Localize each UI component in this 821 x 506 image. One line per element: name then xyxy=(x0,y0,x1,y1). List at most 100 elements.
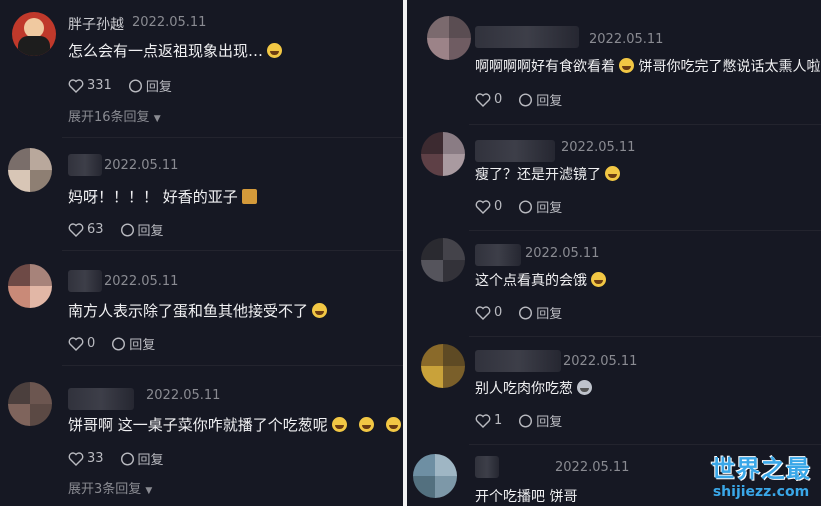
comment-bubble-icon xyxy=(120,451,134,466)
commenter-name-blurred xyxy=(68,154,102,176)
divider xyxy=(469,230,821,231)
drooling-emoji xyxy=(619,58,634,73)
commenter-name-blurred xyxy=(475,350,561,372)
heart-icon xyxy=(475,305,491,320)
reply-label: 回复 xyxy=(145,80,172,95)
comment-bubble-icon xyxy=(112,336,126,351)
comment-date: 2022.05.11 xyxy=(104,158,179,173)
comment-date: 2022.05.11 xyxy=(561,140,636,155)
avatar[interactable] xyxy=(421,132,465,176)
commenter-name[interactable]: 胖子孙越 xyxy=(68,14,124,34)
like-button[interactable]: 33 xyxy=(68,451,104,466)
divider xyxy=(62,137,403,138)
comment-actions: 331 回复 xyxy=(68,76,188,95)
cat-emoji xyxy=(577,380,592,395)
drooling-emoji xyxy=(591,272,606,287)
like-button[interactable]: 1 xyxy=(475,413,502,428)
comment-text: 开个吃播吧 饼哥 xyxy=(475,489,578,505)
comment-date: 2022.05.11 xyxy=(104,274,179,289)
like-button[interactable]: 0 xyxy=(475,305,502,320)
commenter-name-blurred xyxy=(475,244,521,266)
laughing-emoji xyxy=(331,417,347,432)
comment-date: 2022.05.11 xyxy=(589,32,664,47)
commenter-name-blurred xyxy=(68,270,102,292)
like-count: 63 xyxy=(87,222,104,237)
heart-icon xyxy=(475,413,491,428)
reply-label: 回复 xyxy=(536,415,563,430)
reply-label: 回复 xyxy=(137,224,164,239)
comment-actions: 0 回复 xyxy=(475,90,578,109)
comment-bubble-icon xyxy=(519,92,533,107)
avatar[interactable] xyxy=(413,454,457,498)
expand-replies-link[interactable]: 展开16条回复 ▼ xyxy=(68,106,161,125)
divider xyxy=(62,250,403,251)
comment-text: 别人吃肉你吃葱 xyxy=(475,378,592,398)
comment-actions: 63 回复 xyxy=(68,220,180,239)
comment-text: 妈呀！！！！ 好香的亚子 xyxy=(68,186,257,207)
reply-button[interactable]: 回复 xyxy=(518,303,562,322)
reply-label: 回复 xyxy=(536,201,563,216)
avatar[interactable] xyxy=(12,12,56,56)
comment-text: 南方人表示除了蛋和鱼其他接受不了 xyxy=(68,300,328,321)
like-button[interactable]: 63 xyxy=(68,222,104,237)
heart-icon xyxy=(475,199,491,214)
comment-date: 2022.05.11 xyxy=(146,388,221,403)
box-emoji xyxy=(241,189,257,204)
comment-date: 2022.05.11 xyxy=(525,246,600,261)
reply-button[interactable]: 回复 xyxy=(128,76,172,95)
like-button[interactable]: 0 xyxy=(475,92,502,107)
commenter-name-blurred xyxy=(475,140,555,162)
comment-bubble-icon xyxy=(120,222,134,237)
comment-actions: 0 回复 xyxy=(475,197,578,216)
right-comment-panel: 2022.05.11 啊啊啊啊好有食欲看着 饼哥你吃完了憋说话太熏人啦 0 回复… xyxy=(407,0,821,506)
comment-bubble-icon xyxy=(519,199,533,214)
reply-button[interactable]: 回复 xyxy=(111,334,155,353)
laughing-emoji xyxy=(358,417,374,432)
avatar[interactable] xyxy=(421,238,465,282)
comment-actions: 0 回复 xyxy=(475,303,578,322)
divider xyxy=(469,336,821,337)
reply-button[interactable]: 回复 xyxy=(518,90,562,109)
watermark-url: shijiezz.com xyxy=(712,484,810,500)
reply-button[interactable]: 回复 xyxy=(518,411,562,430)
like-count: 1 xyxy=(494,413,503,428)
reply-button[interactable]: 回复 xyxy=(518,197,562,216)
comment-text: 瘦了？还是开滤镜了 xyxy=(475,164,620,184)
comment-bubble-icon xyxy=(519,413,533,428)
comment-bubble-icon xyxy=(128,78,142,93)
like-count: 0 xyxy=(87,336,96,351)
comment-text: 这个点看真的会饿 xyxy=(475,270,606,290)
comment-bubble-icon xyxy=(519,305,533,320)
comment-text: 啊啊啊啊好有食欲看着 饼哥你吃完了憋说话太熏人啦 xyxy=(475,58,821,75)
expand-replies-link[interactable]: 展开3条回复 ▼ xyxy=(68,478,152,497)
comment-actions: 33 回复 xyxy=(68,449,180,468)
heart-icon xyxy=(68,222,84,237)
like-button[interactable]: 331 xyxy=(68,78,112,93)
like-button[interactable]: 0 xyxy=(475,199,502,214)
reply-button[interactable]: 回复 xyxy=(120,220,164,239)
comment-text: 饼哥啊 这一桌子菜你咋就播了个吃葱呢 xyxy=(68,414,401,435)
avatar[interactable] xyxy=(8,264,52,308)
avatar[interactable] xyxy=(8,148,52,192)
heart-icon xyxy=(68,78,84,93)
comment-actions: 1 回复 xyxy=(475,411,578,430)
commenter-name-blurred xyxy=(68,388,134,410)
like-count: 0 xyxy=(494,92,503,107)
comment-text: 怎么会有一点返祖现象出现… xyxy=(68,40,283,61)
divider xyxy=(62,365,403,366)
avatar[interactable] xyxy=(421,344,465,388)
reply-button[interactable]: 回复 xyxy=(120,449,164,468)
laughing-emoji xyxy=(605,166,620,181)
avatar[interactable] xyxy=(427,16,471,60)
comment-date: 2022.05.11 xyxy=(563,354,638,369)
reply-label: 回复 xyxy=(137,453,164,468)
like-button[interactable]: 0 xyxy=(68,336,95,351)
like-count: 0 xyxy=(494,305,503,320)
comment-actions: 0 回复 xyxy=(68,334,171,353)
chevron-down-icon: ▼ xyxy=(145,486,153,496)
laughing-emoji xyxy=(267,43,283,58)
like-count: 33 xyxy=(87,451,104,466)
avatar[interactable] xyxy=(8,382,52,426)
commenter-name-blurred xyxy=(475,26,579,48)
like-count: 331 xyxy=(87,78,112,93)
